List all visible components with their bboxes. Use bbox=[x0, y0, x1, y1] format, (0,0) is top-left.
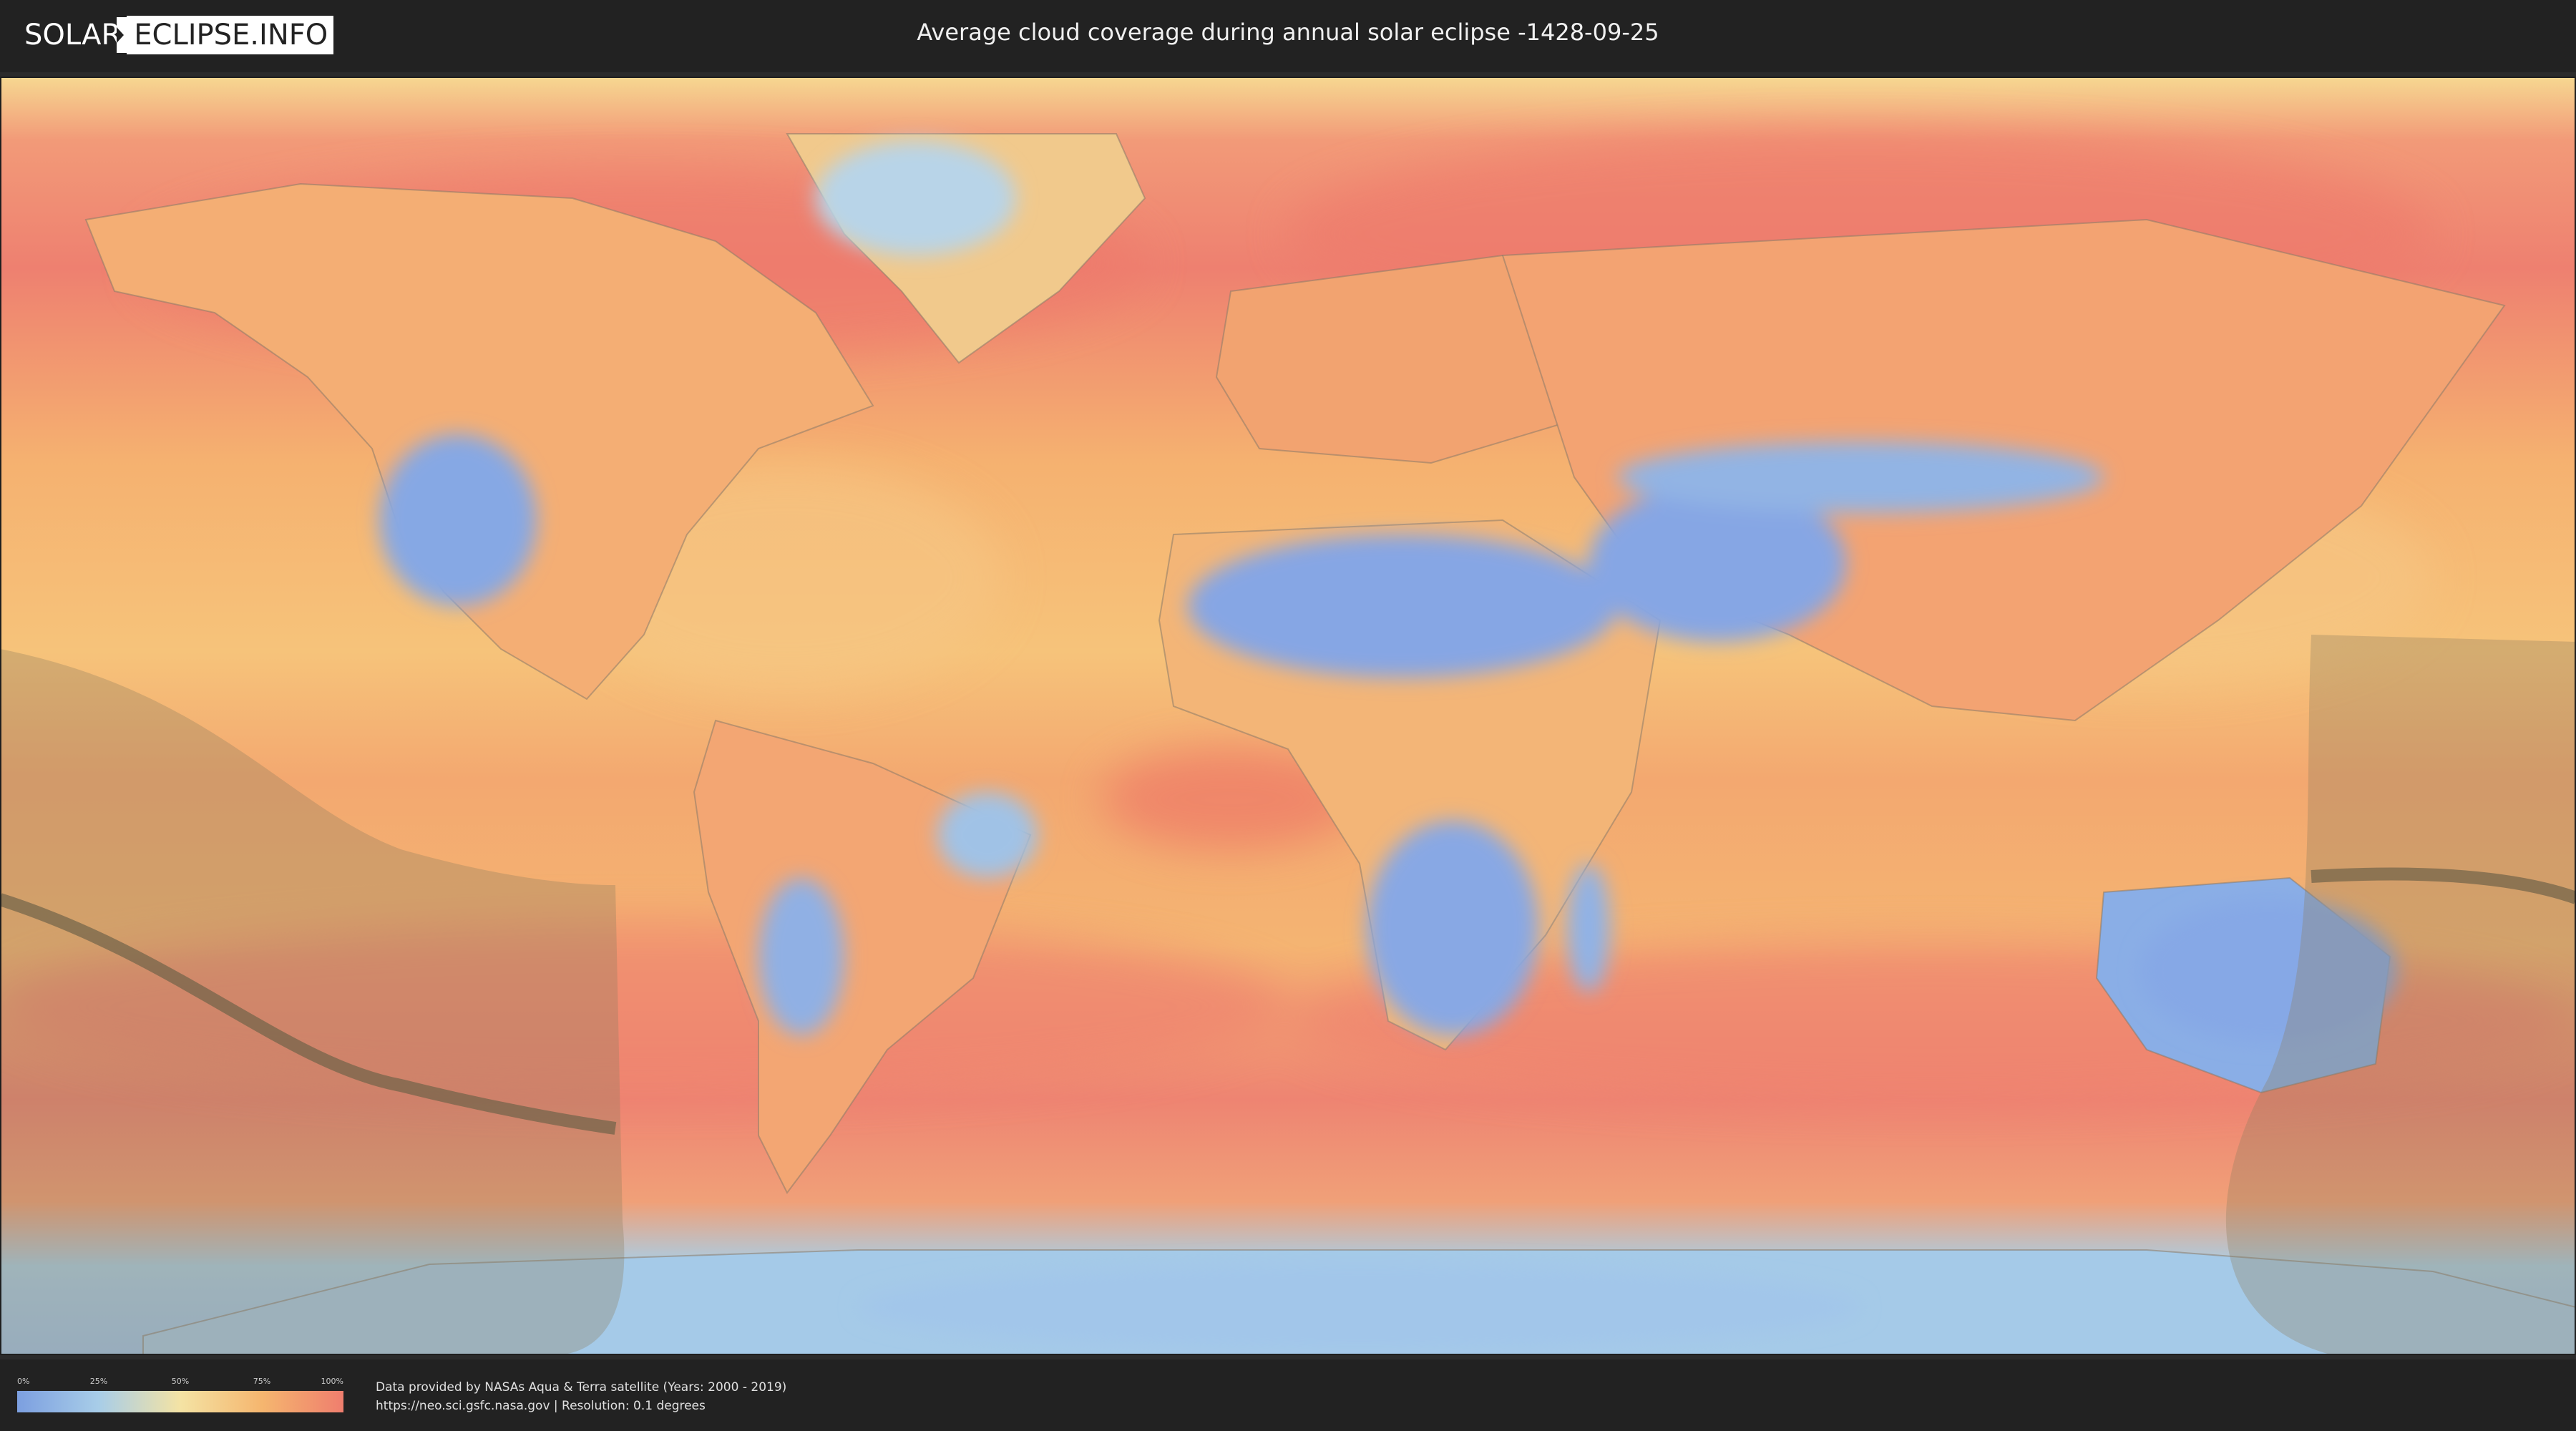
cloud-coverage-legend: 0% 25% 50% 75% 100% bbox=[17, 1377, 343, 1417]
data-credits: Data provided by NASAs Aqua & Terra sate… bbox=[376, 1378, 786, 1415]
cloud-coverage-map[interactable] bbox=[0, 77, 2576, 1355]
legend-tick-50: 50% bbox=[171, 1377, 190, 1386]
legend-tick-100: 100% bbox=[321, 1377, 343, 1386]
legend-tick-75: 75% bbox=[253, 1377, 271, 1386]
legend-color-bar bbox=[17, 1391, 343, 1412]
credit-line-source: Data provided by NASAs Aqua & Terra sate… bbox=[376, 1380, 787, 1395]
legend-ticks: 0% 25% 50% 75% 100% bbox=[17, 1377, 343, 1388]
page-title: Average cloud coverage during annual sol… bbox=[917, 19, 1659, 46]
legend-tick-25: 25% bbox=[89, 1377, 108, 1386]
world-map bbox=[0, 77, 2576, 1355]
header-bar: SOLAR ECLIPSE.INFO Average cloud coverag… bbox=[0, 0, 2576, 72]
legend-tick-0: 0% bbox=[17, 1377, 30, 1386]
credit-line-link[interactable]: https://neo.sci.gsfc.nasa.gov | Resoluti… bbox=[376, 1397, 786, 1415]
